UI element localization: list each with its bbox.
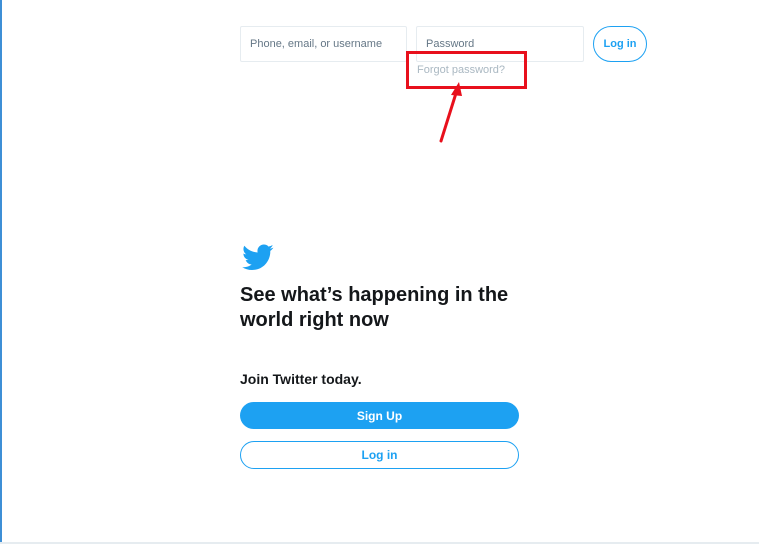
window-left-edge xyxy=(0,0,2,544)
forgot-password-link[interactable]: Forgot password? xyxy=(417,64,505,76)
password-input[interactable] xyxy=(416,26,584,62)
login-button[interactable]: Log in xyxy=(240,441,519,469)
username-input[interactable] xyxy=(240,26,407,62)
signup-button[interactable]: Sign Up xyxy=(240,402,519,429)
header-login-button[interactable]: Log in xyxy=(593,26,647,62)
join-text: Join Twitter today. xyxy=(240,371,362,387)
headline: See what’s happening in the world right … xyxy=(240,284,509,331)
twitter-bird-icon xyxy=(242,244,274,271)
annotation-arrow xyxy=(439,82,462,143)
